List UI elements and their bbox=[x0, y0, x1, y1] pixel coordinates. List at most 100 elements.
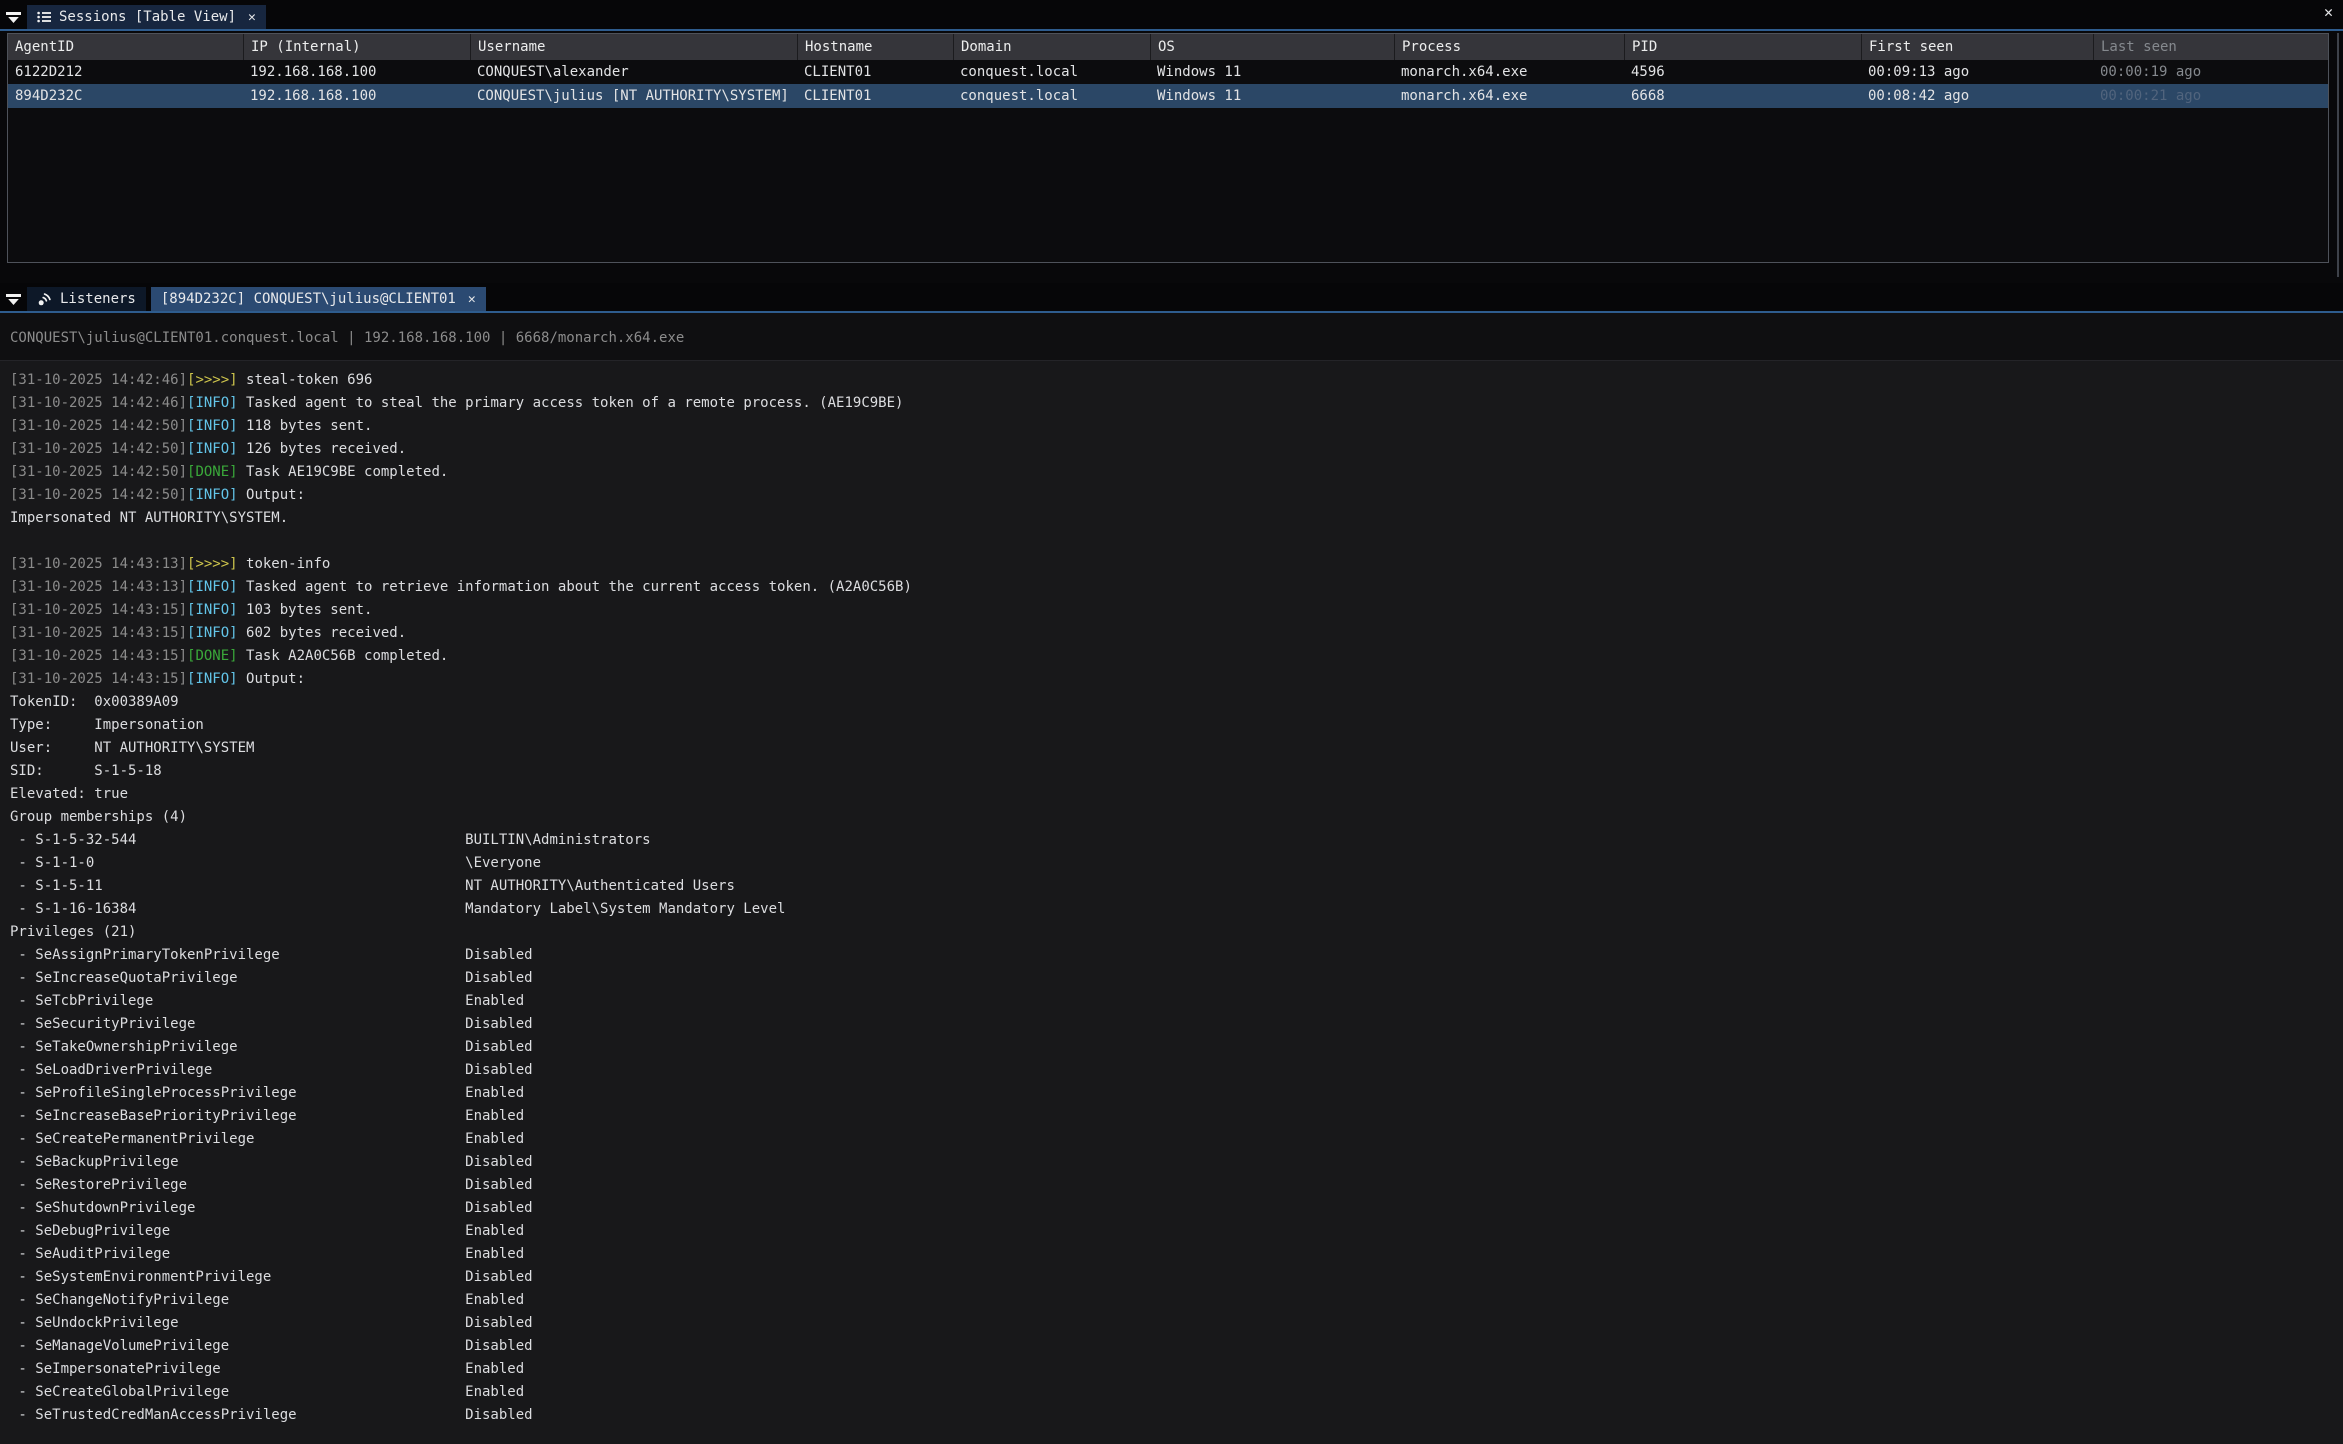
session-row[interactable]: 6122D212192.168.168.100CONQUEST\alexande… bbox=[8, 60, 2328, 84]
session-cell: monarch.x64.exe bbox=[1394, 60, 1624, 84]
console-line: SID: S-1-5-18 bbox=[10, 760, 2343, 783]
console-line: - S-1-16-16384 Mandatory Label\System Ma… bbox=[10, 898, 2343, 921]
tab-label: Sessions [Table View] bbox=[59, 9, 236, 25]
console-line: Impersonated NT AUTHORITY\SYSTEM. bbox=[10, 507, 2343, 530]
session-cell: 192.168.168.100 bbox=[243, 60, 470, 84]
session-cell: CONQUEST\alexander bbox=[470, 60, 797, 84]
column-header[interactable]: First seen bbox=[1861, 34, 2093, 60]
column-header[interactable]: OS bbox=[1150, 34, 1394, 60]
console-line: - SeUndockPrivilege Disabled bbox=[10, 1312, 2343, 1335]
column-header[interactable]: Process bbox=[1394, 34, 1624, 60]
broadcast-icon bbox=[37, 292, 52, 307]
session-cell: 6122D212 bbox=[8, 60, 243, 84]
session-cell: CONQUEST\julius [NT AUTHORITY\SYSTEM] bbox=[470, 84, 797, 108]
console-line: - SeRestorePrivilege Disabled bbox=[10, 1174, 2343, 1197]
tab-label: [894D232C] CONQUEST\julius@CLIENT01 bbox=[161, 291, 456, 307]
filter-icon bbox=[6, 294, 21, 306]
column-header[interactable]: Last seen bbox=[2093, 34, 2329, 60]
console-line: - S-1-1-0 \Everyone bbox=[10, 852, 2343, 875]
console-line: - SeCreatePermanentPrivilege Enabled bbox=[10, 1128, 2343, 1151]
console-line: - SeAuditPrivilege Enabled bbox=[10, 1243, 2343, 1266]
sessions-table: AgentIDIP (Internal)UsernameHostnameDoma… bbox=[7, 33, 2329, 263]
session-cell: CLIENT01 bbox=[797, 60, 953, 84]
console-line: [31-10-2025 14:42:50][INFO] Output: bbox=[10, 484, 2343, 507]
console-line: [31-10-2025 14:43:13][>>>>] token-info bbox=[10, 553, 2343, 576]
console-line: - SeDebugPrivilege Enabled bbox=[10, 1220, 2343, 1243]
filter-button[interactable] bbox=[0, 288, 27, 311]
session-cell: 00:08:42 ago bbox=[1861, 84, 2093, 108]
session-cell: monarch.x64.exe bbox=[1394, 84, 1624, 108]
console-line: Type: Impersonation bbox=[10, 714, 2343, 737]
column-header[interactable]: Domain bbox=[953, 34, 1150, 60]
console-line: [31-10-2025 14:42:46][>>>>] steal-token … bbox=[10, 369, 2343, 392]
tab-agent-session[interactable]: [894D232C] CONQUEST\julius@CLIENT01 ✕ bbox=[151, 287, 486, 311]
console-line: [31-10-2025 14:43:15][DONE] Task A2A0C56… bbox=[10, 645, 2343, 668]
console-line: - SeImpersonatePrivilege Enabled bbox=[10, 1358, 2343, 1381]
console-line: [31-10-2025 14:42:46][INFO] Tasked agent… bbox=[10, 392, 2343, 415]
table-scrollbar[interactable] bbox=[2337, 33, 2339, 277]
filter-icon bbox=[6, 12, 21, 24]
sessions-table-header: AgentIDIP (Internal)UsernameHostnameDoma… bbox=[8, 34, 2328, 60]
tab-label: Listeners bbox=[60, 291, 136, 307]
session-cell: 00:00:21 ago bbox=[2093, 84, 2329, 108]
column-header[interactable]: Hostname bbox=[797, 34, 953, 60]
console-line: - SeSystemEnvironmentPrivilege Disabled bbox=[10, 1266, 2343, 1289]
console-line: - SeTakeOwnershipPrivilege Disabled bbox=[10, 1036, 2343, 1059]
session-cell: 6668 bbox=[1624, 84, 1861, 108]
sessions-table-body: 6122D212192.168.168.100CONQUEST\alexande… bbox=[8, 60, 2328, 108]
console-line: [31-10-2025 14:43:13][INFO] Tasked agent… bbox=[10, 576, 2343, 599]
session-cell: 192.168.168.100 bbox=[243, 84, 470, 108]
console-line: - SeSecurityPrivilege Disabled bbox=[10, 1013, 2343, 1036]
console-line: - SeCreateGlobalPrivilege Enabled bbox=[10, 1381, 2343, 1404]
console-line: TokenID: 0x00389A09 bbox=[10, 691, 2343, 714]
session-cell: Windows 11 bbox=[1150, 60, 1394, 84]
console-line: - SeBackupPrivilege Disabled bbox=[10, 1151, 2343, 1174]
agent-info-header: CONQUEST\julius@CLIENT01.conquest.local … bbox=[0, 313, 2343, 360]
console-line: [31-10-2025 14:43:15][INFO] Output: bbox=[10, 668, 2343, 691]
console-line: - SeChangeNotifyPrivilege Enabled bbox=[10, 1289, 2343, 1312]
filter-button[interactable] bbox=[0, 6, 27, 29]
session-cell: 00:00:19 ago bbox=[2093, 60, 2329, 84]
sessions-tabbar: Sessions [Table View] ✕ ✕ bbox=[0, 0, 2343, 29]
session-row[interactable]: 894D232C192.168.168.100CONQUEST\julius [… bbox=[8, 84, 2328, 108]
column-header[interactable]: IP (Internal) bbox=[243, 34, 470, 60]
close-icon[interactable]: ✕ bbox=[244, 10, 256, 25]
panel-close-icon[interactable]: ✕ bbox=[2324, 3, 2333, 21]
tab-listeners[interactable]: Listeners bbox=[27, 287, 146, 311]
console-line: User: NT AUTHORITY\SYSTEM bbox=[10, 737, 2343, 760]
list-icon bbox=[37, 11, 51, 23]
console-line: [31-10-2025 14:42:50][INFO] 126 bytes re… bbox=[10, 438, 2343, 461]
session-cell: 894D232C bbox=[8, 84, 243, 108]
column-header[interactable]: PID bbox=[1624, 34, 1861, 60]
console-line: - SeIncreaseBasePriorityPrivilege Enable… bbox=[10, 1105, 2343, 1128]
sessions-accent-line bbox=[0, 29, 2343, 31]
session-cell: conquest.local bbox=[953, 84, 1150, 108]
column-header[interactable]: AgentID bbox=[8, 34, 243, 60]
console-line: - SeProfileSingleProcessPrivilege Enable… bbox=[10, 1082, 2343, 1105]
console-line: [31-10-2025 14:42:50][INFO] 118 bytes se… bbox=[10, 415, 2343, 438]
session-cell: 00:09:13 ago bbox=[1861, 60, 2093, 84]
console-line: - SeShutdownPrivilege Disabled bbox=[10, 1197, 2343, 1220]
session-cell: CLIENT01 bbox=[797, 84, 953, 108]
console-output[interactable]: [31-10-2025 14:42:46][>>>>] steal-token … bbox=[0, 360, 2343, 1444]
console-line: - S-1-5-11 NT AUTHORITY\Authenticated Us… bbox=[10, 875, 2343, 898]
session-cell: 4596 bbox=[1624, 60, 1861, 84]
console-line: - S-1-5-32-544 BUILTIN\Administrators bbox=[10, 829, 2343, 852]
console-line: Group memberships (4) bbox=[10, 806, 2343, 829]
console-line: Privileges (21) bbox=[10, 921, 2343, 944]
session-cell: conquest.local bbox=[953, 60, 1150, 84]
tab-sessions-table-view[interactable]: Sessions [Table View] ✕ bbox=[27, 5, 266, 29]
console-line: - SeLoadDriverPrivilege Disabled bbox=[10, 1059, 2343, 1082]
console-line: [31-10-2025 14:42:50][DONE] Task AE19C9B… bbox=[10, 461, 2343, 484]
console-line bbox=[10, 530, 2343, 553]
console-line: [31-10-2025 14:43:15][INFO] 602 bytes re… bbox=[10, 622, 2343, 645]
console-tabbar: Listeners [894D232C] CONQUEST\julius@CLI… bbox=[0, 283, 2343, 311]
column-header[interactable]: Username bbox=[470, 34, 797, 60]
console-line: - SeManageVolumePrivilege Disabled bbox=[10, 1335, 2343, 1358]
console-line: - SeTcbPrivilege Enabled bbox=[10, 990, 2343, 1013]
console-line: [31-10-2025 14:43:15][INFO] 103 bytes se… bbox=[10, 599, 2343, 622]
close-icon[interactable]: ✕ bbox=[464, 292, 476, 307]
session-cell: Windows 11 bbox=[1150, 84, 1394, 108]
console-line: - SeTrustedCredManAccessPrivilege Disabl… bbox=[10, 1404, 2343, 1427]
console-line: Elevated: true bbox=[10, 783, 2343, 806]
